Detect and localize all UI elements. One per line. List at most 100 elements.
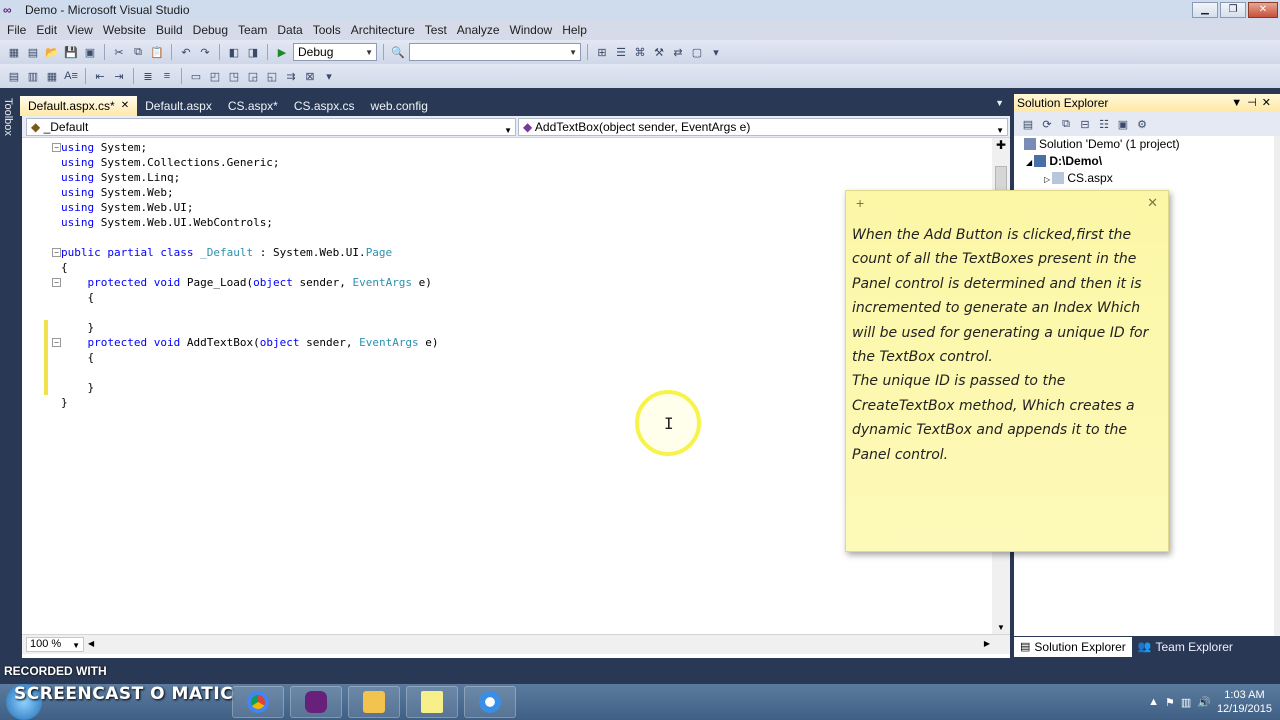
copy-icon[interactable]: ⧉ xyxy=(130,44,146,60)
zoom-select[interactable]: 100 % ▼ xyxy=(26,637,84,652)
collapse-region-icon[interactable]: − xyxy=(52,248,61,257)
sticky-note-text[interactable]: When the Add Button is clicked,first the… xyxy=(852,223,1164,467)
tab-team-explorer[interactable]: 👥 Team Explorer xyxy=(1132,637,1239,657)
open-file-icon[interactable]: 📂 xyxy=(44,44,60,60)
active-files-dropdown-icon[interactable]: ▼ xyxy=(995,98,1004,108)
view-code-icon[interactable]: ▣ xyxy=(1115,116,1131,132)
menu-architecture[interactable]: Architecture xyxy=(346,20,420,40)
scroll-down-icon[interactable]: ▼ xyxy=(997,623,1005,632)
menu-analyze[interactable]: Analyze xyxy=(452,20,505,40)
restore-button[interactable]: ❐ xyxy=(1220,2,1246,18)
menu-team[interactable]: Team xyxy=(233,20,272,40)
sticky-note[interactable]: + ✕ When the Add Button is clicked,first… xyxy=(845,190,1169,552)
code-line[interactable]: } xyxy=(22,395,982,410)
menu-debug[interactable]: Debug xyxy=(188,20,233,40)
collapse-region-icon[interactable]: − xyxy=(52,278,61,287)
undo-icon[interactable]: ↶ xyxy=(178,44,194,60)
menu-file[interactable]: File xyxy=(2,20,31,40)
code-line[interactable] xyxy=(22,305,982,320)
show-hidden-icons-icon[interactable]: ▲ xyxy=(1148,696,1159,708)
auto-hide-pin-icon[interactable]: ⊣ xyxy=(1247,97,1262,109)
add-note-icon[interactable]: + xyxy=(856,195,864,211)
action-center-icon[interactable]: ⚑ xyxy=(1165,696,1175,709)
clock[interactable]: 1:03 AM 12/19/2015 xyxy=(1217,688,1272,716)
toolbox-tab-label[interactable]: Toolbox xyxy=(2,98,14,136)
find-in-files-icon[interactable]: 🔍 xyxy=(390,44,406,60)
code-line[interactable]: using System.Collections.Generic; xyxy=(22,155,982,170)
previous-bookmark-icon[interactable]: ◰ xyxy=(207,68,223,84)
properties-icon[interactable]: ▤ xyxy=(1020,116,1036,132)
document-tab[interactable]: CS.aspx.cs xyxy=(286,96,363,116)
save-all-icon[interactable]: ▣ xyxy=(82,44,98,60)
scroll-right-icon[interactable]: ▶ xyxy=(984,639,990,648)
object-browser-icon[interactable]: ⌘ xyxy=(632,44,648,60)
network-icon[interactable]: ▥ xyxy=(1181,696,1191,709)
code-line[interactable]: using System.Linq; xyxy=(22,170,982,185)
view-designer-icon[interactable]: ⚙ xyxy=(1134,116,1150,132)
start-debugging-icon[interactable]: ▶ xyxy=(274,44,290,60)
menu-edit[interactable]: Edit xyxy=(31,20,62,40)
taskbar-sticky-notes[interactable] xyxy=(406,686,458,718)
previous-bookmark-in-folder-icon[interactable]: ◱ xyxy=(264,68,280,84)
save-icon[interactable]: 💾 xyxy=(63,44,79,60)
find-combo[interactable]: ▼ xyxy=(409,43,581,61)
types-dropdown[interactable]: ◆ _Default ▼ xyxy=(26,118,516,136)
toggle-bookmark-icon[interactable]: ▭ xyxy=(188,68,204,84)
code-line[interactable]: { xyxy=(22,290,982,305)
project-node[interactable]: ◢ D:\Demo\ xyxy=(1014,153,1280,170)
solution-explorer-scrollbar[interactable] xyxy=(1274,136,1280,636)
close-tab-icon[interactable]: ✕ xyxy=(121,96,129,116)
menu-view[interactable]: View xyxy=(62,20,98,40)
cut-icon[interactable]: ✂ xyxy=(111,44,127,60)
code-line[interactable] xyxy=(22,365,982,380)
more-options-icon[interactable]: ▾ xyxy=(321,68,337,84)
code-line[interactable]: { xyxy=(22,350,982,365)
taskbar-visual-studio[interactable] xyxy=(290,686,342,718)
code-line[interactable]: public partial class _Default : System.W… xyxy=(22,245,982,260)
redo-icon[interactable]: ↷ xyxy=(197,44,213,60)
scroll-left-icon[interactable]: ◀ xyxy=(88,639,94,648)
taskbar-chrome[interactable] xyxy=(232,686,284,718)
collapse-region-icon[interactable]: − xyxy=(52,338,61,347)
taskbar-file-explorer[interactable] xyxy=(348,686,400,718)
close-button[interactable]: ✕ xyxy=(1248,2,1278,18)
display-object-member-list-icon[interactable]: ▤ xyxy=(6,68,22,84)
navigate-forward-icon[interactable]: ◨ xyxy=(245,44,261,60)
code-line[interactable] xyxy=(22,230,982,245)
menu-window[interactable]: Window xyxy=(505,20,558,40)
navigate-backward-icon[interactable]: ◧ xyxy=(226,44,242,60)
menu-help[interactable]: Help xyxy=(557,20,592,40)
code-line[interactable]: using System.Web.UI; xyxy=(22,200,982,215)
parameter-info-icon[interactable]: ▥ xyxy=(25,68,41,84)
menu-tools[interactable]: Tools xyxy=(308,20,346,40)
collapse-region-icon[interactable]: − xyxy=(52,143,61,152)
code-line[interactable]: } xyxy=(22,380,982,395)
next-bookmark-icon[interactable]: ◳ xyxy=(226,68,242,84)
solution-configuration-select[interactable]: Debug ▼ xyxy=(293,43,377,61)
code-line[interactable]: using System.Web; xyxy=(22,185,982,200)
code-line[interactable]: { xyxy=(22,260,982,275)
collapsed-arrow-icon[interactable]: ▷ xyxy=(1044,175,1052,184)
menu-build[interactable]: Build xyxy=(151,20,188,40)
solution-node[interactable]: Solution 'Demo' (1 project) xyxy=(1014,136,1280,153)
toolbox-strip[interactable]: Toolbox xyxy=(0,88,20,658)
menu-data[interactable]: Data xyxy=(272,20,307,40)
decrease-indent-icon[interactable]: ⇤ xyxy=(92,68,108,84)
more-options-icon[interactable]: ▾ xyxy=(708,44,724,60)
properties-icon[interactable]: ☰ xyxy=(613,44,629,60)
close-note-icon[interactable]: ✕ xyxy=(1147,195,1158,211)
next-bookmark-in-folder-icon[interactable]: ⇉ xyxy=(283,68,299,84)
asp-net-configuration-icon[interactable]: ☷ xyxy=(1096,116,1112,132)
start-page-icon[interactable]: ▢ xyxy=(689,44,705,60)
word-completion-icon[interactable]: A≡ xyxy=(63,68,79,84)
members-dropdown[interactable]: ◆ AddTextBox(object sender, EventArgs e)… xyxy=(518,118,1008,136)
close-icon[interactable]: ✕ xyxy=(1262,97,1276,109)
code-line[interactable]: protected void AddTextBox(object sender,… xyxy=(22,335,982,350)
solution-explorer-icon[interactable]: ⊞ xyxy=(594,44,610,60)
menu-website[interactable]: Website xyxy=(98,20,151,40)
document-tab[interactable]: Default.aspx xyxy=(137,96,220,116)
window-position-icon[interactable]: ▼ xyxy=(1231,97,1247,109)
code-line[interactable]: } xyxy=(22,320,982,335)
comment-out-icon[interactable]: ≣ xyxy=(140,68,156,84)
code-line[interactable]: using System.Web.UI.WebControls; xyxy=(22,215,982,230)
